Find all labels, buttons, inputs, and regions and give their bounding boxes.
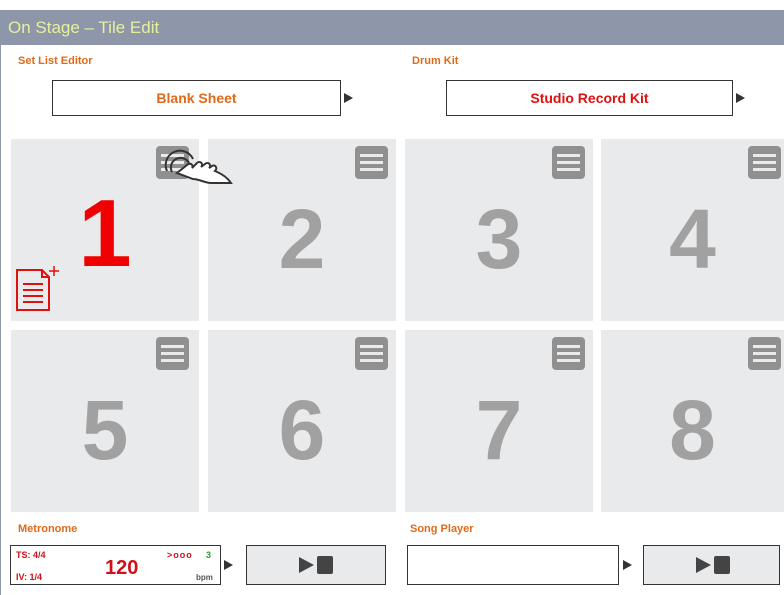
metronome-play-stop-button[interactable] <box>246 545 386 585</box>
tile-8[interactable]: 8 <box>601 330 784 512</box>
tile-4[interactable]: 4 <box>601 139 784 321</box>
song-player-arrow-icon[interactable] <box>623 560 632 570</box>
metronome-arrow-icon[interactable] <box>224 560 233 570</box>
tempo-value: 120 <box>105 557 139 579</box>
play-icon <box>696 557 711 573</box>
song-player-selector[interactable] <box>407 545 619 585</box>
stop-icon <box>317 556 333 574</box>
setlist-label: Set List Editor <box>18 55 93 67</box>
hamburger-menu-icon[interactable] <box>355 337 388 370</box>
setlist-selector[interactable]: Blank Sheet <box>52 80 341 116</box>
song-play-stop-button[interactable] <box>643 545 780 585</box>
beat-indicator: >ooo <box>167 550 193 560</box>
title-bar: On Stage – Tile Edit <box>0 10 784 45</box>
hamburger-menu-icon[interactable] <box>552 146 585 179</box>
drumkit-value: Studio Record Kit <box>530 90 649 106</box>
beat-count: 3 <box>206 550 212 560</box>
tile-7[interactable]: 7 <box>405 330 593 512</box>
drumkit-arrow-icon[interactable] <box>736 93 745 103</box>
play-icon <box>299 557 314 573</box>
tile-3[interactable]: 3 <box>405 139 593 321</box>
stop-icon <box>714 556 730 574</box>
interval: IV: 1/4 <box>16 572 43 582</box>
metronome-label: Metronome <box>18 523 78 535</box>
hamburger-menu-icon[interactable] <box>552 337 585 370</box>
tap-gesture-icon <box>164 149 233 184</box>
hamburger-menu-icon[interactable] <box>156 337 189 370</box>
setlist-value: Blank Sheet <box>156 90 237 106</box>
bpm-unit: bpm <box>196 573 213 582</box>
tile-6[interactable]: 6 <box>208 330 396 512</box>
hamburger-menu-icon[interactable] <box>748 337 781 370</box>
window-title: On Stage – Tile Edit <box>8 18 160 37</box>
drumkit-selector[interactable]: Studio Record Kit <box>446 80 733 116</box>
new-document-icon[interactable] <box>14 264 64 314</box>
hamburger-menu-icon[interactable] <box>748 146 781 179</box>
time-signature: TS: 4/4 <box>16 550 46 560</box>
drumkit-label: Drum Kit <box>412 55 459 67</box>
tile-5[interactable]: 5 <box>11 330 199 512</box>
metronome-display[interactable]: TS: 4/4 IV: 1/4 120 >ooo 3 bpm <box>10 545 221 585</box>
hamburger-menu-icon[interactable] <box>355 146 388 179</box>
song-player-label: Song Player <box>410 523 474 535</box>
setlist-arrow-icon[interactable] <box>344 93 353 103</box>
